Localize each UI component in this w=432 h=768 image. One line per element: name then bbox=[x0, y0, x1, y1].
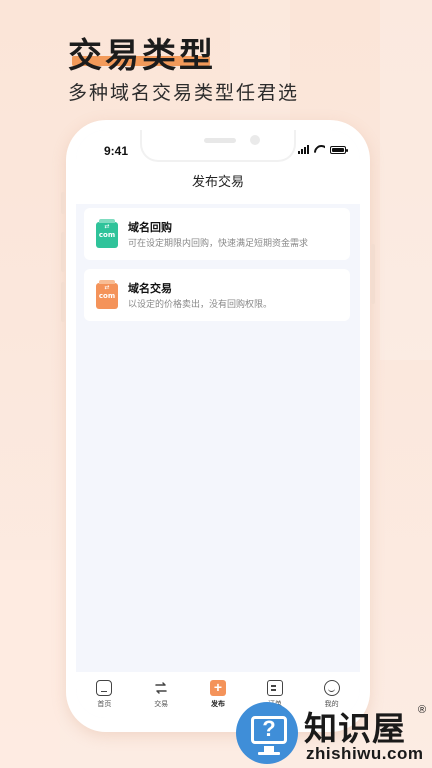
status-time: 9:41 bbox=[104, 144, 129, 158]
battery-icon bbox=[330, 145, 348, 154]
signal-icon bbox=[298, 145, 309, 154]
watermark-url: zhishiwu.com bbox=[306, 744, 424, 763]
option-title: 域名回购 bbox=[128, 222, 172, 234]
phone-side-button bbox=[61, 192, 65, 214]
background-decoration bbox=[0, 560, 60, 768]
option-card-buyback[interactable]: ⇄ com 域名回购 可在设定期限内回购，快速满足短期资金需求 bbox=[84, 208, 350, 260]
option-description: 以设定的价格卖出，没有回购权限。 bbox=[128, 299, 273, 309]
com-domain-orange-icon: ⇄ com bbox=[96, 280, 118, 309]
background-decoration bbox=[230, 0, 290, 130]
phone-screen: 9:41 发布交易 ⇄ com 域名回购 可在设定期限内回购，快速满足短期资金需… bbox=[76, 130, 360, 718]
wifi-icon bbox=[314, 145, 325, 154]
plus-icon bbox=[209, 679, 226, 696]
document-icon bbox=[266, 680, 283, 696]
registered-mark: ® bbox=[418, 704, 427, 716]
status-bar: 9:41 bbox=[76, 130, 360, 170]
phone-side-button bbox=[371, 244, 375, 304]
page-title: 发布交易 bbox=[191, 174, 244, 189]
com-domain-green-icon: ⇄ com bbox=[96, 219, 118, 248]
monitor-icon: ? bbox=[251, 716, 287, 744]
watermark-logo-icon: ? bbox=[236, 702, 298, 764]
phone-side-button bbox=[61, 282, 65, 322]
home-icon bbox=[96, 680, 113, 696]
nav-bar: 发布交易 bbox=[76, 170, 360, 204]
phone-mockup: 9:41 发布交易 ⇄ com 域名回购 可在设定期限内回购，快速满足短期资金需… bbox=[61, 120, 375, 732]
background-decoration bbox=[380, 0, 432, 360]
option-description: 可在设定期限内回购，快速满足短期资金需求 bbox=[128, 238, 309, 248]
option-title: 域名交易 bbox=[128, 283, 172, 295]
option-card-trade[interactable]: ⇄ com 域名交易 以设定的价格卖出，没有回购权限。 bbox=[84, 269, 350, 321]
exchange-icon bbox=[153, 680, 169, 696]
watermark-title: 知识屋 bbox=[304, 710, 406, 747]
tab-home[interactable]: 首页 bbox=[82, 680, 126, 709]
speaker-icon bbox=[204, 138, 236, 143]
tab-trade[interactable]: 交易 bbox=[139, 680, 183, 709]
promo-title: 交易类型 bbox=[68, 37, 216, 75]
camera-icon bbox=[250, 135, 260, 145]
status-icons bbox=[298, 145, 348, 154]
promo-subtitle: 多种域名交易类型任君选 bbox=[68, 83, 300, 104]
promo-headline: 交易类型 bbox=[68, 28, 216, 77]
smile-face-icon bbox=[323, 680, 340, 696]
watermark: ? 知识屋 ® zhishiwu.com bbox=[234, 700, 432, 768]
phone-notch bbox=[140, 130, 296, 162]
phone-side-button bbox=[61, 232, 65, 272]
